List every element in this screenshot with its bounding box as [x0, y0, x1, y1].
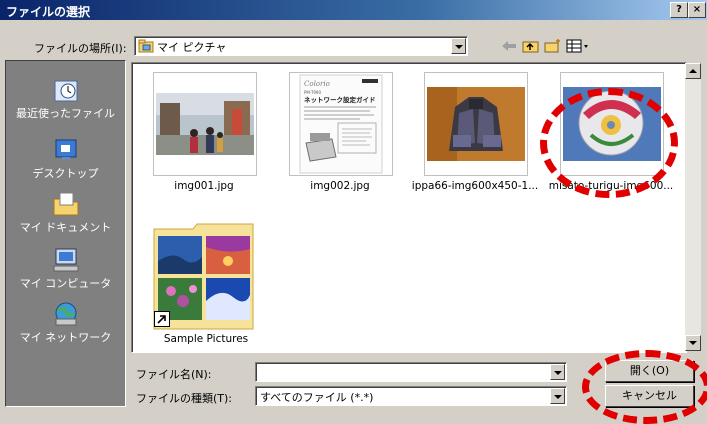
look-in-label: ファイルの場所(I): [34, 42, 127, 55]
title-bar: ファイルの選択 ? × [0, 0, 707, 20]
look-in-value: マイ ピクチャ [157, 41, 227, 54]
desktop-icon [6, 137, 125, 163]
file-name: img001.jpg [174, 180, 234, 192]
place-desktop[interactable]: デスクトップ [6, 137, 125, 181]
look-in-dropdown-button[interactable] [451, 38, 466, 54]
shortcut-arrow-icon [154, 311, 170, 327]
place-label: 最近使ったファイル [16, 107, 115, 120]
filetype-label: ファイルの種類(T): [136, 392, 233, 405]
view-menu-icon[interactable] [566, 38, 590, 54]
document-thumbnail: Colorio PM-T990 ネットワーク設定ガイド [289, 72, 393, 176]
filename-dropdown-button[interactable] [550, 364, 565, 380]
my-network-globe-icon [6, 301, 125, 327]
place-label: マイ ドキュメント [19, 221, 112, 234]
photo-thumbnail [153, 72, 257, 176]
red-annotation-circle [540, 88, 678, 198]
vertical-scrollbar[interactable] [685, 63, 701, 351]
file-name: img002.jpg [310, 180, 370, 192]
doc-heading: ネットワーク設定ガイド [304, 95, 376, 104]
recent-clock-icon [6, 77, 125, 103]
filetype-value: すべてのファイル (*.*) [260, 391, 374, 404]
filename-label: ファイル名(N): [136, 368, 212, 381]
filetype-dropdown[interactable]: すべてのファイル (*.*) [255, 386, 567, 406]
place-label: デスクトップ [32, 167, 99, 180]
place-my-documents[interactable]: マイ ドキュメント [6, 191, 125, 235]
doc-model: PM-T990 [304, 90, 321, 95]
place-my-network[interactable]: マイ ネットワーク [6, 301, 125, 345]
help-button[interactable]: ? [670, 2, 688, 18]
places-bar: 最近使ったファイル デスクトップ マイ ドキュメント マイ コンピュータ マイ … [5, 60, 126, 407]
up-folder-icon[interactable] [522, 38, 540, 54]
scroll-up-button[interactable] [685, 63, 701, 79]
close-button[interactable]: × [688, 2, 706, 18]
file-name: ippa66-img600x450-1... [411, 180, 539, 192]
file-name: Sample Pictures [163, 333, 249, 345]
doc-brand: Colorio [304, 80, 330, 88]
my-documents-folder-icon [6, 191, 125, 217]
filename-input[interactable] [255, 362, 567, 382]
scroll-down-button[interactable] [685, 335, 701, 351]
back-arrow-icon[interactable] [500, 38, 518, 54]
my-computer-icon [6, 247, 125, 273]
window-title: ファイルの選択 [6, 5, 91, 19]
place-recent[interactable]: 最近使ったファイル [6, 77, 125, 121]
red-annotation-circle [582, 350, 707, 424]
place-my-computer[interactable]: マイ コンピュータ [6, 247, 125, 291]
place-label: マイ コンピュータ [19, 277, 112, 290]
filetype-dropdown-button[interactable] [550, 388, 565, 404]
photo-thumbnail [424, 72, 528, 176]
new-folder-icon[interactable] [544, 38, 562, 54]
pictures-folder-icon [138, 39, 154, 56]
look-in-dropdown[interactable]: マイ ピクチャ [134, 36, 468, 56]
place-label: マイ ネットワーク [19, 331, 112, 344]
